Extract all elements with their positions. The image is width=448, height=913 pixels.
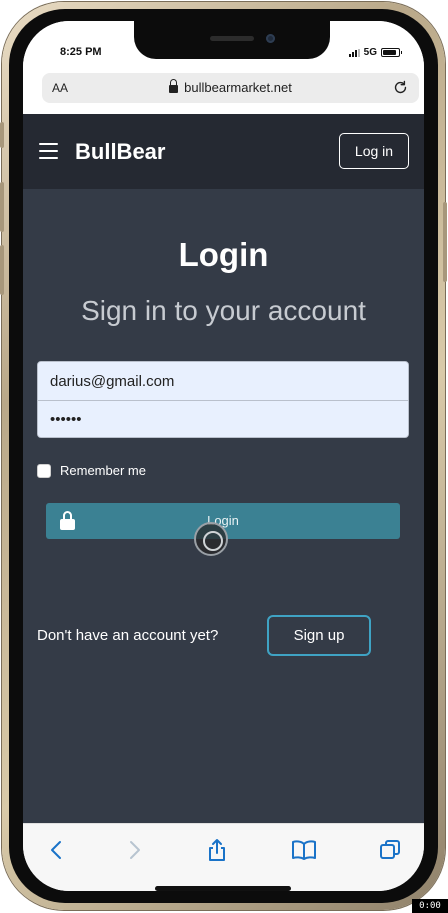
phone-bezel: 8:25 PM 5G AA bullbearmarket.net BullBea… xyxy=(9,9,438,903)
secure-lock-icon xyxy=(169,79,179,93)
earpiece-speaker xyxy=(210,36,254,41)
email-field[interactable] xyxy=(38,362,408,400)
forward-icon[interactable] xyxy=(122,838,146,862)
back-icon[interactable] xyxy=(45,838,69,862)
share-icon[interactable] xyxy=(205,838,229,862)
recording-timer-badge: 0:00 xyxy=(412,899,448,913)
signup-row: Don't have an account yet? Sign up xyxy=(37,615,409,657)
remember-me-checkbox[interactable] xyxy=(37,463,51,478)
home-indicator xyxy=(155,886,291,891)
status-bar: 8:25 PM 5G xyxy=(23,21,424,71)
site-header: BullBear Log in xyxy=(23,114,424,189)
page-subtitle: Sign in to your account xyxy=(81,295,366,326)
network-type: 5G xyxy=(363,47,377,58)
browser-toolbar xyxy=(23,823,424,891)
volume-down-button xyxy=(0,245,4,295)
credentials-group xyxy=(37,361,409,438)
notch xyxy=(134,21,330,59)
battery-icon xyxy=(381,48,402,57)
tabs-icon[interactable] xyxy=(378,838,402,862)
password-field[interactable] xyxy=(38,400,408,437)
page-title: Login xyxy=(178,236,269,273)
signup-prompt: Don't have an account yet? xyxy=(37,627,219,644)
touch-cursor-icon xyxy=(194,522,228,556)
volume-up-button xyxy=(0,182,4,232)
url-display[interactable]: bullbearmarket.net xyxy=(42,79,419,95)
login-button-label: Login xyxy=(207,513,239,528)
url-text: bullbearmarket.net xyxy=(184,80,292,95)
phone-screen: 8:25 PM 5G AA bullbearmarket.net BullBea… xyxy=(23,21,424,891)
brand-logo[interactable]: BullBear xyxy=(75,139,165,165)
mute-switch xyxy=(0,122,4,148)
reload-icon[interactable] xyxy=(392,79,409,96)
remember-me-label: Remember me xyxy=(60,463,146,478)
battery-fill xyxy=(383,50,396,55)
status-time: 8:25 PM xyxy=(60,46,102,58)
front-camera xyxy=(266,34,275,43)
hamburger-menu-icon[interactable] xyxy=(39,143,58,159)
login-panel: Login Sign in to your account Remember m… xyxy=(23,189,424,823)
cellular-signal-icon xyxy=(348,48,360,57)
signup-button[interactable]: Sign up xyxy=(267,615,371,656)
phone-frame: 8:25 PM 5G AA bullbearmarket.net BullBea… xyxy=(0,2,447,910)
bookmarks-icon[interactable] xyxy=(291,838,317,862)
address-bar[interactable]: AA bullbearmarket.net xyxy=(42,73,419,103)
remember-me-row[interactable]: Remember me xyxy=(37,463,146,478)
power-button xyxy=(443,202,447,282)
header-login-button[interactable]: Log in xyxy=(339,133,409,169)
status-indicators: 5G xyxy=(348,47,402,58)
